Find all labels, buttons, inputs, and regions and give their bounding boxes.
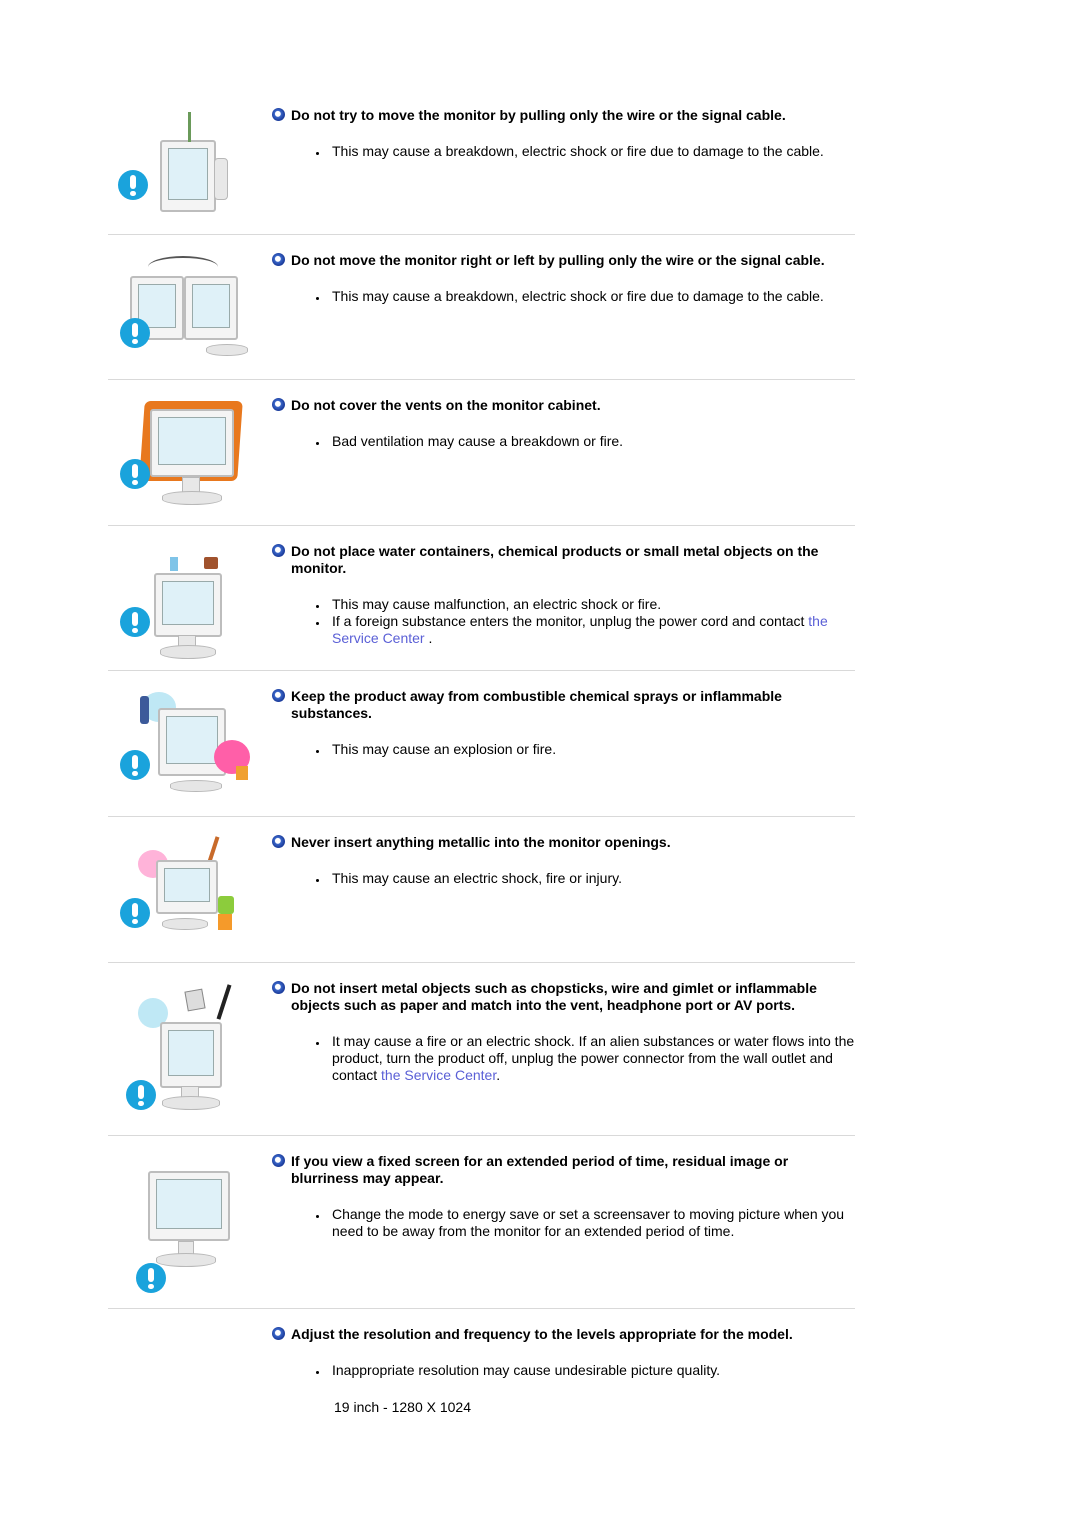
- bullet-circle-icon: [272, 689, 285, 702]
- spray-can-graphic: [140, 696, 149, 724]
- section-title: Do not place water containers, chemical …: [272, 543, 855, 577]
- section-title: If you view a fixed screen for an extend…: [272, 1153, 855, 1187]
- list-item: This may cause an electric shock, fire o…: [316, 870, 855, 887]
- list-item: Change the mode to energy save or set a …: [316, 1206, 855, 1240]
- safety-section-objects-on-monitor: Do not place water containers, chemical …: [108, 525, 855, 671]
- section-title: Do not insert metal objects such as chop…: [272, 980, 855, 1014]
- objects-into-ports-illustration: [118, 982, 258, 1122]
- safety-section-swing-by-cable: Do not move the monitor right or left by…: [108, 234, 855, 380]
- paper-graphic: [184, 988, 206, 1012]
- monitor-graphic: [156, 860, 218, 914]
- warning-icon: [120, 750, 150, 780]
- warning-icon: [126, 1080, 156, 1110]
- list-item: This may cause malfunction, an electric …: [316, 596, 855, 613]
- warning-icon: [120, 318, 150, 348]
- list-item: Inappropriate resolution may cause undes…: [316, 1362, 855, 1379]
- list-item: Bad ventilation may cause a breakdown or…: [316, 433, 855, 450]
- section-title: Never insert anything metallic into the …: [272, 834, 855, 851]
- safety-section-resolution: Adjust the resolution and frequency to t…: [108, 1308, 855, 1418]
- monitor-base-graphic: [156, 1253, 216, 1267]
- screwdriver-graphic: [216, 984, 232, 1020]
- monitor-stand-graphic: [214, 158, 228, 200]
- list-item: If a foreign substance enters the monito…: [316, 613, 855, 647]
- section-title: Adjust the resolution and frequency to t…: [272, 1326, 855, 1343]
- safety-section-combustible-sprays: Keep the product away from combustible c…: [108, 670, 855, 817]
- monitor-swung-by-cable-illustration: [118, 256, 258, 376]
- monitor-held-by-cable-illustration: [118, 110, 258, 230]
- flower-pot-graphic: [204, 557, 218, 569]
- bullet-circle-icon: [272, 1154, 285, 1167]
- monitor-covered-by-cloth-illustration: [118, 399, 258, 519]
- warning-icon: [120, 898, 150, 928]
- safety-section-metallic-openings: Never insert anything metallic into the …: [108, 816, 855, 963]
- fixed-screen-monitor-illustration: [118, 1155, 258, 1295]
- warning-icon: [136, 1263, 166, 1293]
- safety-section-vents: Do not cover the vents on the monitor ca…: [108, 379, 855, 526]
- section-title: Do not cover the vents on the monitor ca…: [272, 397, 855, 414]
- list-item: This may cause a breakdown, electric sho…: [316, 143, 855, 160]
- monitor-graphic: [150, 409, 234, 477]
- monitor-base-graphic: [170, 780, 222, 792]
- bullet-circle-icon: [272, 981, 285, 994]
- metal-into-monitor-illustration: [118, 834, 258, 954]
- safety-section-fixed-screen: If you view a fixed screen for an extend…: [108, 1135, 855, 1309]
- monitor-stand-graphic: [206, 344, 248, 356]
- monitor-graphic: [160, 1022, 222, 1088]
- safety-section-move-by-cable: Do not try to move the monitor by pullin…: [108, 100, 855, 235]
- section-title: Do not move the monitor right or left by…: [272, 252, 855, 269]
- character-legs-graphic: [218, 914, 232, 930]
- section-title: Keep the product away from combustible c…: [272, 688, 855, 722]
- section-title: Do not try to move the monitor by pullin…: [272, 107, 855, 124]
- monitor-base-graphic: [162, 918, 208, 930]
- warning-icon: [118, 170, 148, 200]
- spray-near-monitor-illustration: [118, 688, 258, 808]
- list-item: This may cause a breakdown, electric sho…: [316, 288, 855, 305]
- bullet-circle-icon: [272, 253, 285, 266]
- monitor-base-graphic: [162, 491, 222, 505]
- list-item: It may cause a fire or an electric shock…: [316, 1033, 855, 1083]
- objects-on-monitor-illustration: [118, 545, 258, 665]
- bottle-graphic: [236, 766, 248, 780]
- monitor-graphic: [184, 276, 238, 340]
- bullet-circle-icon: [272, 1327, 285, 1340]
- monitor-graphic: [154, 573, 222, 637]
- monitor-base-graphic: [162, 1096, 220, 1110]
- service-center-link[interactable]: the Service Center: [381, 1067, 496, 1083]
- bullet-circle-icon: [272, 835, 285, 848]
- resolution-spec: 19 inch - 1280 X 1024: [334, 1399, 471, 1415]
- bullet-circle-icon: [272, 544, 285, 557]
- motion-arc-graphic: [148, 256, 218, 278]
- monitor-graphic: [160, 140, 216, 212]
- cup-graphic: [170, 557, 178, 571]
- monitor-base-graphic: [160, 645, 216, 659]
- bullet-circle-icon: [272, 398, 285, 411]
- safety-section-ports: Do not insert metal objects such as chop…: [108, 962, 855, 1136]
- character-graphic: [218, 896, 234, 914]
- monitor-graphic: [148, 1171, 230, 1241]
- warning-icon: [120, 459, 150, 489]
- cable-graphic: [188, 112, 191, 142]
- bullet-circle-icon: [272, 108, 285, 121]
- warning-icon: [120, 607, 150, 637]
- list-item: This may cause an explosion or fire.: [316, 741, 855, 758]
